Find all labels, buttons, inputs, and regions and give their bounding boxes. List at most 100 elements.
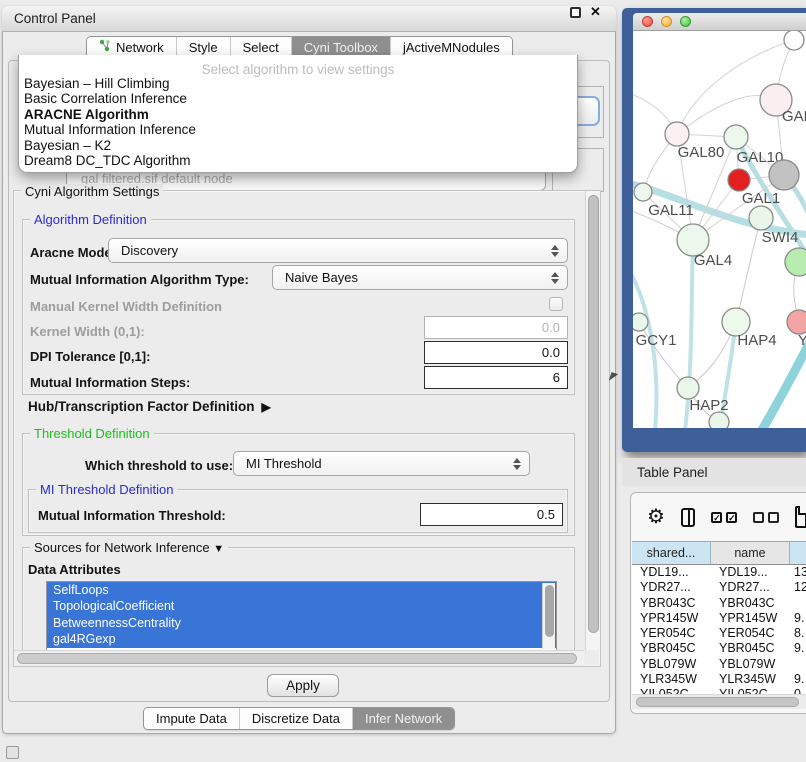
bottom-tab-bar: Impute Data Discretize Data Infer Network	[143, 707, 455, 730]
bottom-tab-label: Infer Network	[365, 708, 442, 729]
node-label: GAL4	[694, 252, 732, 269]
kernel-width-input[interactable]: 0.0	[424, 316, 568, 339]
table-row[interactable]: YDR27...YDR27...12	[632, 580, 806, 595]
close-traffic-light-icon[interactable]	[642, 16, 653, 27]
table-row[interactable]: YPR145WYPR145W9.	[632, 611, 806, 626]
network-edge	[759, 336, 806, 428]
network-node[interactable]	[785, 248, 806, 276]
bottom-tab-label: Discretize Data	[252, 708, 340, 729]
minimize-traffic-light-icon[interactable]	[661, 16, 672, 27]
table-row[interactable]: YER054CYER054C8.	[632, 626, 806, 641]
mi-threshold-input[interactable]: 0.5	[420, 503, 563, 526]
algorithm-dropdown-popup: Select algorithm to view settings Bayesi…	[18, 55, 578, 173]
list-scrollbar[interactable]	[542, 583, 555, 649]
table-horizontal-scrollbar[interactable]	[632, 694, 806, 709]
table-row[interactable]: YDL19...YDL19...13	[632, 565, 806, 580]
column-header-shared[interactable]: shared...	[632, 542, 711, 564]
aracne-mode-label: Aracne Mode:	[30, 245, 116, 260]
mi-algorithm-type-select[interactable]: Naive Bayes	[272, 265, 568, 290]
select-all-checkboxes-icon[interactable]: ✓✓	[711, 512, 737, 523]
hub-definition-expander[interactable]: Hub/Transcription Factor Definition ▶	[28, 399, 271, 414]
table-cell: 13	[790, 565, 806, 580]
table-row[interactable]: YLR345WYLR345W9.	[632, 672, 806, 687]
mi-steps-input[interactable]: 6	[424, 366, 568, 389]
table-cell: YBR043C	[632, 596, 711, 611]
network-node[interactable]	[784, 31, 804, 50]
deselect-all-checkboxes-icon[interactable]	[753, 512, 779, 523]
hub-expander-label: Hub/Transcription Factor Definition	[28, 399, 255, 414]
table-cell: YLR345W	[711, 672, 790, 687]
node-label: GAL	[782, 108, 806, 125]
which-threshold-label: Which threshold to use:	[85, 458, 233, 473]
network-node-gal11[interactable]	[634, 183, 652, 201]
bottom-tab-impute-data[interactable]: Impute Data	[144, 708, 239, 729]
dropdown-item-aracne-algorithm[interactable]: ARACNE Algorithm	[19, 107, 577, 122]
table-panel-header[interactable]: Table Panel	[622, 458, 806, 486]
attribute-item-topologicalcoefficient[interactable]: TopologicalCoefficient	[47, 598, 556, 614]
aracne-mode-select[interactable]: Discovery	[108, 238, 568, 263]
dropdown-item-bayesian-k2[interactable]: Bayesian – K2	[19, 138, 577, 153]
which-threshold-select[interactable]: MI Threshold	[233, 451, 530, 476]
table-cell: YDR27...	[632, 580, 711, 595]
network-node-hap2[interactable]	[677, 377, 699, 399]
dpi-tolerance-input[interactable]: 0.0	[424, 341, 568, 364]
network-node-gal1[interactable]	[728, 169, 750, 191]
network-canvas[interactable]: GALGAL80GAL10GAL1GAL11SWI4GAL4GCY1HAP4YH…	[633, 31, 806, 428]
table-panel: ⚙ ✓✓ shared...name YDL19...YDL19...13YDR…	[630, 492, 806, 714]
table-header-row: shared...name	[632, 541, 806, 565]
settings-horizontal-scrollbar[interactable]	[14, 650, 584, 666]
table-cell: YDR27...	[711, 580, 790, 595]
control-panel-titlebar[interactable]: Control Panel	[2, 6, 616, 32]
chevron-right-icon: ▶	[262, 400, 271, 414]
network-edge	[736, 218, 761, 322]
sources-group-title[interactable]: Sources for Network Inference ▼	[30, 540, 228, 555]
column-header-name[interactable]: name	[711, 542, 790, 564]
table-row[interactable]: YBR045CYBR045C9.	[632, 641, 806, 656]
manual-kernel-checkbox[interactable]	[549, 297, 563, 311]
gear-icon[interactable]: ⚙	[647, 507, 665, 527]
node-label: HAP4	[737, 332, 776, 349]
mi-steps-label: Mutual Information Steps:	[30, 375, 190, 390]
table-cell: YPR145W	[632, 611, 711, 626]
apply-button[interactable]: Apply	[267, 674, 339, 697]
which-threshold-value: MI Threshold	[246, 456, 322, 471]
sources-title-text: Sources for Network Inference	[34, 540, 210, 555]
network-node[interactable]	[769, 160, 799, 190]
network-node-gal80[interactable]	[665, 122, 689, 146]
data-attributes-list[interactable]: SelfLoopsTopologicalCoefficientBetweenne…	[46, 581, 557, 651]
table-cell: YBL079W	[711, 657, 790, 672]
network-node-gal10[interactable]	[724, 125, 748, 149]
table-cell: YDL19...	[711, 565, 790, 580]
zoom-traffic-light-icon[interactable]	[680, 16, 691, 27]
table-row[interactable]: YBR043CYBR043C	[632, 596, 806, 611]
dropdown-item-mutual-information-inference[interactable]: Mutual Information Inference	[19, 122, 577, 137]
network-view-window: GALGAL80GAL10GAL1GAL11SWI4GAL4GCY1HAP4YH…	[622, 8, 806, 452]
document-icon[interactable]	[795, 506, 806, 528]
settings-vertical-scrollbar[interactable]	[585, 191, 600, 650]
dropdown-item-basic-correlation-inference[interactable]: Basic Correlation Inference	[19, 91, 577, 106]
column-header-clipped[interactable]	[790, 542, 806, 564]
bottom-tab-infer-network[interactable]: Infer Network	[352, 708, 454, 729]
network-node-y[interactable]	[787, 310, 806, 334]
threshold-definition-title: Threshold Definition	[30, 426, 154, 441]
network-node[interactable]	[709, 412, 729, 428]
attribute-item-gal4rgexp[interactable]: gal4RGexp	[47, 631, 556, 647]
bottom-tab-discretize-data[interactable]: Discretize Data	[239, 708, 352, 729]
minimized-panel-icon[interactable]	[6, 746, 19, 759]
mi-threshold-label: Mutual Information Threshold:	[38, 508, 226, 523]
network-window-titlebar[interactable]	[633, 13, 806, 31]
dropdown-item-dream8-dc-tdc-algorithm[interactable]: Dream8 DC_TDC Algorithm	[19, 153, 577, 168]
kernel-width-label: Kernel Width (0,1):	[30, 324, 145, 339]
network-node-swi4[interactable]	[749, 206, 773, 230]
node-label: HAP2	[689, 397, 728, 414]
restore-icon[interactable]	[570, 7, 581, 18]
mi-threshold-group-title: MI Threshold Definition	[36, 482, 177, 497]
table-cell: YPR145W	[711, 611, 790, 626]
columns-icon[interactable]	[681, 508, 695, 527]
close-icon[interactable]: ✕	[590, 4, 601, 20]
attribute-item-betweennesscentrality[interactable]: BetweennessCentrality	[47, 615, 556, 631]
network-node-gcy1[interactable]	[633, 313, 648, 331]
dropdown-item-bayesian-hill-climbing[interactable]: Bayesian – Hill Climbing	[19, 76, 577, 91]
attribute-item-selfloops[interactable]: SelfLoops	[47, 582, 556, 598]
table-row[interactable]: YBL079WYBL079W	[632, 657, 806, 672]
